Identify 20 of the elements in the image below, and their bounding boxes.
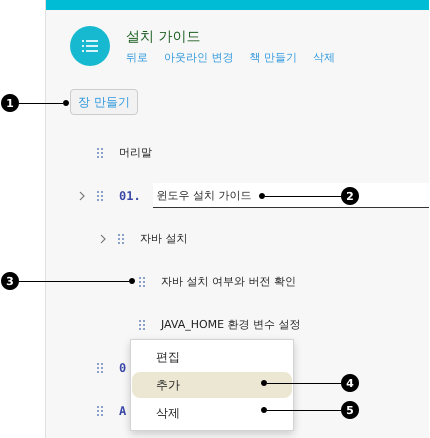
chevron-right-icon[interactable] xyxy=(79,190,85,200)
drag-handle-icon[interactable] xyxy=(97,362,103,372)
chapter-number: A xyxy=(119,404,126,418)
outline-item[interactable]: 자바 설치 여부와 버전 확인 xyxy=(161,274,296,289)
chapter-number: 0 xyxy=(119,360,126,374)
outline-item[interactable]: JAVA_HOME 환경 변수 설정 xyxy=(161,317,301,332)
drag-handle-icon[interactable] xyxy=(118,234,124,244)
outline-item[interactable]: 자바 설치 xyxy=(140,231,188,246)
drag-handle-icon[interactable] xyxy=(139,276,145,286)
menu-item[interactable]: 추가 xyxy=(132,372,292,398)
drag-handle-icon[interactable] xyxy=(97,148,103,158)
list-icon xyxy=(70,26,110,66)
drag-handle-icon[interactable] xyxy=(97,190,103,200)
chevron-right-icon[interactable] xyxy=(100,234,106,244)
chapter-number: 01. xyxy=(119,188,141,202)
outline-item[interactable]: 머리말 xyxy=(119,145,152,160)
drag-handle-icon[interactable] xyxy=(139,320,145,330)
page-title: 설치 가이드 xyxy=(126,28,202,46)
drag-handle-icon[interactable] xyxy=(97,406,103,416)
menu-item[interactable]: 편집 xyxy=(132,344,292,370)
